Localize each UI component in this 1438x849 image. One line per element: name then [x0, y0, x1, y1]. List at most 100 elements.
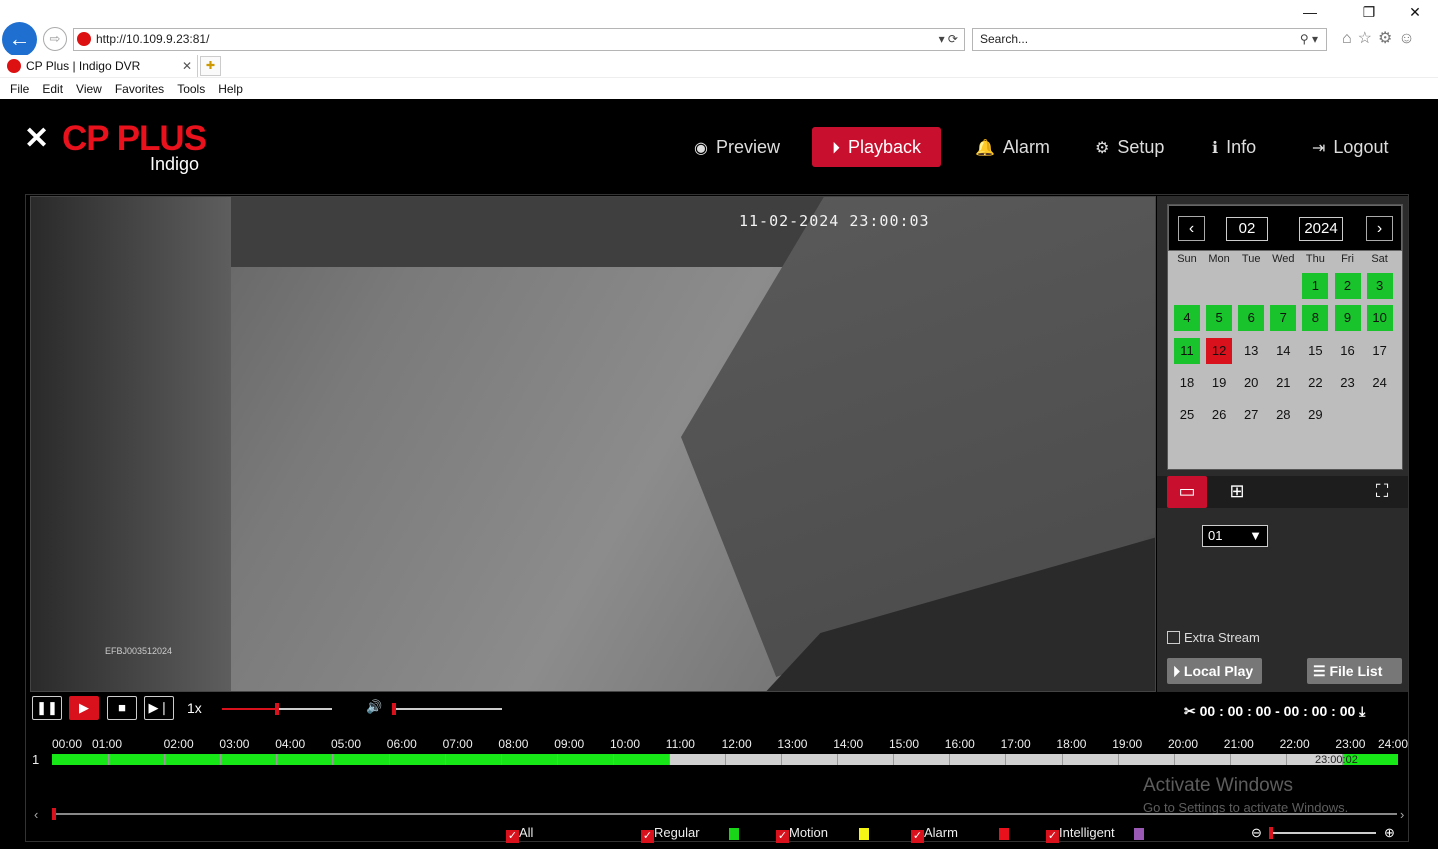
nav-preview[interactable]: ◉ Preview: [684, 127, 790, 167]
calendar-day[interactable]: 10: [1366, 305, 1393, 332]
calendar-day[interactable]: 1: [1302, 273, 1329, 299]
address-bar[interactable]: http://10.109.9.23:81/ ▾ ⟳: [73, 28, 965, 51]
menu-item-tools[interactable]: Tools: [177, 82, 205, 96]
minimize-button[interactable]: —: [1295, 4, 1325, 20]
timeline-hour-label: 15:00: [889, 737, 920, 751]
calendar-day[interactable]: 8: [1302, 305, 1329, 332]
calendar-day[interactable]: 12: [1206, 337, 1233, 364]
calendar-day[interactable]: 15: [1302, 338, 1328, 364]
calendar-day[interactable]: 26: [1206, 402, 1232, 428]
menu-item-favorites[interactable]: Favorites: [115, 82, 164, 96]
file-list-button[interactable]: ☰ File List: [1307, 658, 1402, 684]
refresh-icon[interactable]: ▾ ⟳: [939, 29, 958, 50]
video-view[interactable]: 11-02-2024 23:00:03 EFBJ003512024: [30, 196, 1156, 692]
local-play-button[interactable]: ⏵ Local Play: [1167, 658, 1262, 684]
nav-logout[interactable]: ⇥ Logout: [1302, 127, 1398, 167]
zoom-in-icon[interactable]: ⊕: [1384, 825, 1395, 841]
calendar-day[interactable]: 28: [1270, 402, 1296, 428]
download-icon[interactable]: ⤓: [1359, 703, 1365, 719]
checkbox-checked-icon[interactable]: ✓: [776, 830, 789, 843]
calendar-day[interactable]: 18: [1174, 370, 1200, 396]
calendar-day[interactable]: 11: [1174, 337, 1200, 364]
legend-alarm[interactable]: ✓ Alarm: [911, 825, 958, 843]
menu-item-file[interactable]: File: [10, 82, 29, 96]
calendar-day[interactable]: 7: [1270, 305, 1297, 332]
nav-alarm[interactable]: 🔔 Alarm: [965, 127, 1060, 167]
menu-item-view[interactable]: View: [76, 82, 102, 96]
checkbox-checked-icon[interactable]: ✓: [641, 830, 654, 843]
calendar-day[interactable]: 20: [1238, 370, 1264, 396]
search-box[interactable]: Search... ⚲ ▾: [972, 28, 1327, 51]
quad-view-icon[interactable]: ⊞: [1217, 476, 1257, 508]
calendar-day[interactable]: 16: [1335, 338, 1361, 364]
calendar-day[interactable]: 23: [1335, 370, 1361, 396]
legend-intelligent[interactable]: ✓ Intelligent: [1046, 825, 1115, 843]
checkbox-icon[interactable]: [1167, 631, 1180, 644]
prev-month-button[interactable]: ‹: [1178, 216, 1205, 241]
calendar-day[interactable]: 3: [1366, 273, 1393, 299]
calendar-day[interactable]: 17: [1367, 338, 1393, 364]
progress-slider[interactable]: [222, 703, 332, 715]
toolbar-icons[interactable]: ⌂☆⚙☺: [1342, 28, 1421, 48]
restore-button[interactable]: ❐: [1354, 4, 1384, 21]
legend-all[interactable]: ✓ All: [506, 825, 533, 843]
close-window-button[interactable]: ✕: [1400, 4, 1430, 21]
single-view-icon[interactable]: ▭: [1167, 476, 1207, 508]
calendar-day[interactable]: 19: [1206, 370, 1232, 396]
step-forward-button[interactable]: ▶❘: [144, 696, 174, 720]
calendar-day[interactable]: 24: [1367, 370, 1393, 396]
calendar-day[interactable]: 22: [1302, 370, 1328, 396]
playback-panel: 11-02-2024 23:00:03 EFBJ003512024 ‹ 02 2…: [25, 194, 1409, 843]
menu-item-edit[interactable]: Edit: [42, 82, 63, 96]
eye-icon: ◉: [694, 140, 708, 157]
nav-setup[interactable]: ⚙ Setup: [1085, 127, 1174, 167]
volume-slider[interactable]: [392, 703, 502, 715]
zoom-slider[interactable]: [1269, 827, 1376, 839]
checkbox-checked-icon[interactable]: ✓: [1046, 830, 1059, 843]
menu-item-help[interactable]: Help: [218, 82, 243, 96]
calendar-day[interactable]: 5: [1206, 305, 1233, 332]
year-field[interactable]: 2024: [1299, 217, 1343, 241]
fullscreen-icon[interactable]: ⛶: [1362, 476, 1402, 508]
search-icon[interactable]: ⚲ ▾: [1300, 29, 1318, 50]
nav-label: Info: [1226, 137, 1257, 157]
calendar-day[interactable]: 14: [1270, 338, 1296, 364]
calendar-day[interactable]: 4: [1174, 305, 1200, 332]
speed-label[interactable]: 1x: [187, 700, 202, 716]
nav-playback[interactable]: ⏵ Playback: [812, 127, 942, 167]
stop-button[interactable]: ■: [107, 696, 137, 720]
calendar-day[interactable]: 29: [1302, 402, 1328, 428]
osd-timestamp: 11-02-2024 23:00:03: [739, 212, 930, 230]
checkbox-checked-icon[interactable]: ✓: [911, 830, 924, 843]
browser-tab[interactable]: CP Plus | Indigo DVR ✕: [0, 55, 198, 77]
tab-close-icon[interactable]: ✕: [182, 55, 192, 77]
extra-stream-checkbox[interactable]: Extra Stream: [1167, 630, 1260, 645]
scroll-left-icon[interactable]: ‹: [34, 807, 38, 822]
nav-info[interactable]: ℹ Info: [1202, 127, 1266, 167]
pause-button[interactable]: ❚❚: [32, 696, 62, 720]
calendar-day[interactable]: 21: [1270, 370, 1296, 396]
month-field[interactable]: 02: [1226, 217, 1268, 241]
scroll-right-icon[interactable]: ›: [1400, 807, 1404, 822]
next-month-button[interactable]: ›: [1366, 216, 1393, 241]
legend-regular[interactable]: ✓ Regular: [641, 825, 700, 843]
new-tab-button[interactable]: ✚: [200, 56, 221, 76]
checkbox-checked-icon[interactable]: ✓: [506, 830, 519, 843]
channel-select[interactable]: 01 ▼: [1202, 525, 1268, 547]
calendar-day[interactable]: 25: [1174, 402, 1200, 428]
volume-icon[interactable]: 🔊: [366, 699, 382, 715]
calendar-day[interactable]: 13: [1238, 338, 1264, 364]
calendar-day[interactable]: 2: [1334, 273, 1361, 299]
timeline-hour-label: 03:00: [219, 737, 250, 751]
calendar-day[interactable]: 6: [1238, 305, 1265, 332]
calendar-day[interactable]: 9: [1334, 305, 1361, 332]
calendar-day[interactable]: 27: [1238, 402, 1264, 428]
timeline-hour-label: 20:00: [1168, 737, 1199, 751]
play-button[interactable]: ▶: [69, 696, 99, 720]
zoom-out-icon[interactable]: ⊖: [1251, 825, 1262, 841]
scissors-icon[interactable]: ✂: [1184, 703, 1196, 719]
back-button[interactable]: ←: [2, 22, 37, 57]
forward-button[interactable]: ⇨: [43, 27, 67, 51]
timeline-track[interactable]: [52, 754, 1398, 765]
legend-motion[interactable]: ✓ Motion: [776, 825, 828, 843]
